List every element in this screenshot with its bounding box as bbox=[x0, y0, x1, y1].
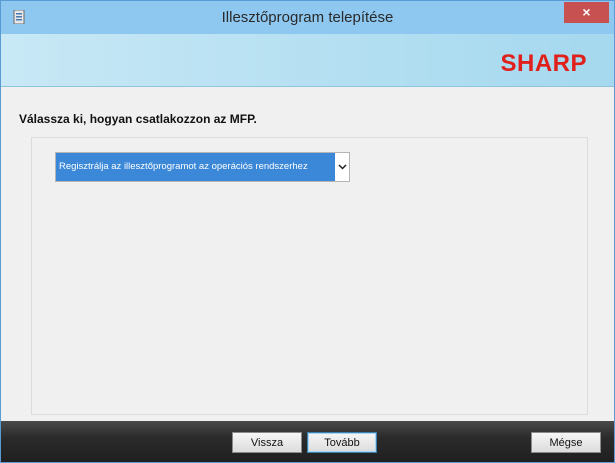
back-button[interactable]: Vissza bbox=[232, 432, 302, 453]
close-icon: × bbox=[582, 4, 591, 20]
cancel-button-label: Mégse bbox=[549, 437, 583, 449]
installer-window: Illesztőprogram telepítése × SHARP Válas… bbox=[0, 0, 615, 463]
back-button-label: Vissza bbox=[250, 437, 284, 449]
title-bar[interactable]: Illesztőprogram telepítése × bbox=[1, 1, 614, 34]
next-button-label: Tovább bbox=[324, 437, 360, 449]
close-button[interactable]: × bbox=[564, 2, 609, 23]
main-content: Válassza ki, hogyan csatlakozzon az MFP.… bbox=[1, 87, 614, 421]
cancel-button[interactable]: Mégse bbox=[531, 432, 601, 453]
connection-method-select[interactable]: Regisztrálja az illesztőprogramot az ope… bbox=[55, 152, 350, 182]
chevron-down-icon[interactable] bbox=[335, 153, 349, 181]
instruction-text: Válassza ki, hogyan csatlakozzon az MFP. bbox=[19, 112, 257, 126]
header-banner: SHARP bbox=[1, 34, 614, 87]
sharp-logo: SHARP bbox=[500, 50, 587, 77]
window-title: Illesztőprogram telepítése bbox=[221, 9, 394, 26]
next-button[interactable]: Tovább bbox=[307, 432, 377, 453]
options-panel: Regisztrálja az illesztőprogramot az ope… bbox=[31, 137, 588, 415]
connection-method-value: Regisztrálja az illesztőprogramot az ope… bbox=[56, 153, 335, 181]
footer-bar: Vissza Tovább Mégse bbox=[1, 421, 614, 462]
